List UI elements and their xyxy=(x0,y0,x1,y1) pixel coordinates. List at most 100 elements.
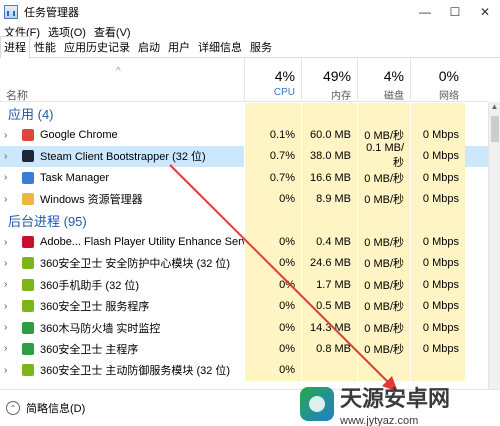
memory-label: 内存 xyxy=(331,91,351,102)
fewer-details-link[interactable]: 简略信息(D) xyxy=(26,400,85,416)
chrome-icon xyxy=(22,129,34,142)
process-row[interactable]: › 360安全卫士 服务程序 0% 0.5 MB 0 MB/秒 0 Mbps xyxy=(0,295,488,317)
group-cell xyxy=(357,209,410,232)
disk-value: 0 MB/秒 xyxy=(357,252,410,275)
disk-value: 0 MB/秒 xyxy=(357,167,410,189)
expand-chevron-icon[interactable]: › xyxy=(4,172,14,183)
group-cell xyxy=(244,209,301,232)
scroll-up-icon[interactable]: ▲ xyxy=(489,102,500,114)
defense-icon xyxy=(22,364,34,377)
expand-chevron-icon[interactable]: › xyxy=(4,279,14,290)
process-name: 360安全卫士 主程序 xyxy=(40,343,139,356)
process-name: 360木马防火墙 实时监控 xyxy=(40,322,161,335)
column-cpu[interactable]: 4% CPU xyxy=(244,58,301,102)
column-disk[interactable]: 4% 磁盘 xyxy=(357,58,410,102)
explorer-icon xyxy=(22,193,34,206)
disk-value: 0 MB/秒 xyxy=(357,295,410,317)
cpu-value: 0% xyxy=(244,188,301,210)
memory-value: 38.0 MB xyxy=(301,145,357,168)
process-list: 应用 (4) › Google Chrome 0.1% 60.0 MB 0 MB/秒 0 M… xyxy=(0,103,488,387)
process-row[interactable]: › Adobe... Flash Player Utility Enhance S… xyxy=(0,231,488,253)
process-name: Task Manager xyxy=(40,171,110,184)
tab-services[interactable]: 服务 xyxy=(246,36,276,57)
expand-chevron-icon[interactable]: › xyxy=(4,130,14,141)
service-icon xyxy=(22,300,34,313)
network-value: 0 Mbps xyxy=(410,316,465,339)
column-network[interactable]: 0% 网络 xyxy=(410,58,465,102)
cpu-value: 0% xyxy=(244,295,301,317)
disk-value: 0 MB/秒 xyxy=(357,316,410,339)
memory-value: 24.6 MB xyxy=(301,252,357,275)
scroll-thumb[interactable] xyxy=(491,116,499,142)
collapse-chevron-icon[interactable]: ⌃ xyxy=(6,401,20,415)
memory-value: 14.3 MB xyxy=(301,316,357,339)
watermark-url: www.jytyaz.com xyxy=(340,415,419,426)
expand-chevron-icon[interactable]: › xyxy=(4,365,14,376)
firewall-icon xyxy=(22,321,34,334)
tab-details[interactable]: 详细信息 xyxy=(194,36,246,57)
cpu-total: 4% xyxy=(274,68,295,84)
group-cell xyxy=(244,103,301,125)
group-header[interactable]: 应用 (4) xyxy=(0,103,488,125)
cpu-value: 0% xyxy=(244,338,301,360)
process-row[interactable]: › 360安全卫士 安全防护中心模块 (32 位) 0% 24.6 MB 0 MB/秒 0… xyxy=(0,252,488,275)
process-name: Steam Client Bootstrapper (32 位) xyxy=(40,151,206,164)
tab-users[interactable]: 用户 xyxy=(164,36,194,57)
memory-value: 0.8 MB xyxy=(301,338,357,360)
group-title: 后台进程 (95) xyxy=(8,214,87,230)
network-value: 0 Mbps xyxy=(410,231,465,253)
process-row[interactable]: › Windows 资源管理器 0% 8.9 MB 0 MB/秒 0 Mbps xyxy=(0,188,488,210)
watermark-logo-icon xyxy=(300,387,334,421)
group-cell xyxy=(410,103,465,125)
column-name[interactable]: 名称 xyxy=(6,87,28,103)
group-cell xyxy=(357,103,410,125)
tab-processes[interactable]: 进程 xyxy=(0,36,30,58)
minimize-button[interactable]: — xyxy=(410,0,440,24)
expand-chevron-icon[interactable]: › xyxy=(4,343,14,354)
steam-icon xyxy=(22,150,34,163)
process-row[interactable]: › 360安全卫士 主动防御服务模块 (32 位) 0% xyxy=(0,359,488,382)
shield-icon xyxy=(22,257,34,270)
group-cell xyxy=(301,103,357,125)
expand-chevron-icon[interactable]: › xyxy=(4,301,14,312)
maximize-button[interactable]: ☐ xyxy=(440,0,470,24)
disk-label: 磁盘 xyxy=(384,91,404,102)
close-button[interactable]: ✕ xyxy=(470,0,500,24)
expand-chevron-icon[interactable]: › xyxy=(4,237,14,248)
expand-chevron-icon[interactable]: › xyxy=(4,151,14,162)
column-memory[interactable]: 49% 内存 xyxy=(301,58,357,102)
network-label: 网络 xyxy=(439,91,459,102)
process-row[interactable]: › Google Chrome 0.1% 60.0 MB 0 MB/秒 0 Mbps xyxy=(0,124,488,146)
cpu-label: CPU xyxy=(273,87,295,98)
process-name: 360安全卫士 安全防护中心模块 (32 位) xyxy=(40,258,231,271)
window-controls: — ☐ ✕ xyxy=(410,0,500,24)
process-row[interactable]: › Task Manager 0.7% 16.6 MB 0 MB/秒 0 Mbps xyxy=(0,167,488,189)
expand-chevron-icon[interactable]: › xyxy=(4,194,14,205)
vertical-scrollbar[interactable]: ▲ xyxy=(488,102,500,389)
memory-value: 60.0 MB xyxy=(301,124,357,146)
process-row[interactable]: › 360木马防火墙 实时监控 0% 14.3 MB 0 MB/秒 0 Mbps xyxy=(0,316,488,339)
disk-value: 0 MB/秒 xyxy=(357,231,410,253)
tab-startup[interactable]: 启动 xyxy=(134,36,164,57)
cpu-value: 0% xyxy=(244,274,301,296)
tab-performance[interactable]: 性能 xyxy=(30,36,60,57)
adobe-icon xyxy=(22,236,34,249)
expand-chevron-icon[interactable]: › xyxy=(4,322,14,333)
task-manager-icon xyxy=(22,171,34,184)
memory-value xyxy=(301,359,357,382)
process-row[interactable]: › 360安全卫士 主程序 0% 0.8 MB 0 MB/秒 0 Mbps xyxy=(0,338,488,360)
sort-caret-icon: ^ xyxy=(116,66,121,77)
expand-chevron-icon[interactable]: › xyxy=(4,258,14,269)
group-header[interactable]: 后台进程 (95) xyxy=(0,209,488,232)
cpu-value: 0% xyxy=(244,231,301,253)
memory-total: 49% xyxy=(322,68,351,84)
cpu-value: 0.1% xyxy=(244,124,301,146)
tab-app-history[interactable]: 应用历史记录 xyxy=(60,36,134,57)
network-value: 0 Mbps xyxy=(410,274,465,296)
process-row[interactable]: › 360手机助手 (32 位) 0% 1.7 MB 0 MB/秒 0 Mbps xyxy=(0,274,488,296)
process-row[interactable]: › Steam Client Bootstrapper (32 位) 0.7% 38.… xyxy=(0,142,488,169)
disk-total: 4% xyxy=(383,68,404,84)
memory-value: 1.7 MB xyxy=(301,274,357,296)
process-name: Windows 资源管理器 xyxy=(40,194,143,207)
cpu-value: 0.7% xyxy=(244,145,301,168)
